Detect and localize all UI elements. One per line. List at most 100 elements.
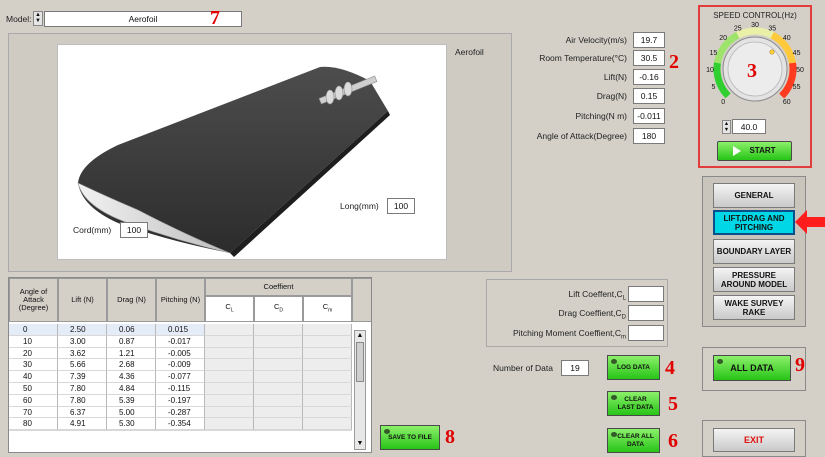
dial-tick-label: 60 [783,99,791,106]
cord-field[interactable]: 100 [120,222,148,238]
aerofoil-icon [77,66,390,257]
table-cell: -0.287 [156,406,205,419]
table-row: 70 6.37 5.00 -0.287 [9,406,352,419]
dial-tick-label: 10 [706,67,714,74]
table-cell: 70 [9,406,58,419]
table-cell: 2.50 [58,324,107,336]
annotation-6: 6 [668,430,678,452]
dial-band [779,92,786,99]
exit-button[interactable]: EXIT [713,428,795,452]
table-cell [205,324,254,336]
readout-label: Angle of Attack(Degree) [536,131,627,141]
scroll-down-icon[interactable]: ▼ [355,439,365,449]
table-cell: 0 [9,324,58,336]
start-button[interactable]: START [717,141,792,161]
num-data-field: 19 [561,360,589,376]
model-stepper[interactable]: ▲ ▼ [33,11,43,26]
readout-label: Lift(N) [603,72,627,82]
nav-item-wake-survey-rake[interactable]: WAKE SURVEY RAKE [713,295,795,320]
coefficient-label: Pitching Moment Coeffient,Cm [512,328,626,341]
long-field[interactable]: 100 [387,198,415,214]
table-cell: 60 [9,394,58,407]
table-cell: 3.62 [58,347,107,360]
table-cell [254,406,303,419]
table-cell: -0.009 [156,359,205,372]
speed-stepper[interactable]: ▲ ▼ [722,120,731,134]
table-cell: 5.66 [58,359,107,372]
table-cell: -0.354 [156,418,205,431]
table-cell [303,324,352,336]
nav-item-boundary-layer[interactable]: BOUNDARY LAYER [713,239,795,264]
model-label: Model: [6,14,32,24]
annotation-8: 8 [445,426,455,448]
dial-tick-label: 20 [719,35,727,42]
table-cell [205,406,254,419]
save-to-file-button[interactable]: SAVE TO FILE [380,425,440,450]
table-cell: 0.06 [107,324,156,336]
readout-value[interactable]: 30.5 [633,50,665,66]
dial-tick-label: 55 [793,84,801,91]
all-data-button[interactable]: ALL DATA [713,355,791,381]
table-cell [254,335,303,348]
table-cell: -0.197 [156,394,205,407]
table-cell [303,371,352,383]
table-cell: -0.077 [156,371,205,383]
speed-field[interactable]: 40.0 [732,119,766,134]
led-indicator [611,395,617,400]
annotation-9: 9 [795,354,805,376]
table-cell [303,406,352,419]
table-cell: 7.80 [58,394,107,407]
start-label: START [749,146,776,155]
table-cell: -0.005 [156,347,205,360]
annotation-2: 2 [669,51,679,73]
readout-label: Pitching(N m) [575,111,627,121]
table-cell: 0.87 [107,335,156,348]
scroll-thumb[interactable] [356,342,364,382]
table-cell: 4.36 [107,371,156,383]
coefficient-value [628,305,664,321]
table-row: 60 7.80 5.39 -0.197 [9,394,352,407]
table-cell [254,394,303,407]
clear-last-data-button[interactable]: CLEAR LAST DATA [607,391,660,416]
led-indicator [611,359,617,364]
log-data-button[interactable]: LOG DATA [607,355,660,380]
nav-item-lift-drag-and-pitching[interactable]: LIFT,DRAG AND PITCHING [713,210,795,235]
table-scrollbar[interactable]: ▲ ▼ [354,330,366,450]
dial-tick-label: 40 [783,35,791,42]
col-pitching-header: Pitching (N) [156,278,205,322]
table-row: 40 7.39 4.36 -0.077 [9,371,352,383]
table-cell: 10 [9,335,58,348]
table-cell [254,359,303,372]
table-cell: 2.68 [107,359,156,372]
readout-value: -0.011 [633,108,665,124]
dial-tick-label: 25 [734,25,742,32]
table-cell: -0.115 [156,383,205,395]
table-cell [205,335,254,348]
table-cell [303,383,352,395]
readout-label: Air Velocity(m/s) [565,35,627,45]
table-cell [205,347,254,360]
table-cell: 40 [9,371,58,383]
table-cell: 20 [9,347,58,360]
table-cell: 5.00 [107,406,156,419]
table-cell [303,394,352,407]
col-cm-header: Cm [303,296,352,322]
speed-dial[interactable]: 0 5 10 15 20 25 30 35 40 45 50 55 60 3 [700,19,810,119]
table-cell [205,418,254,431]
coefficient-value [628,325,664,341]
nav-item-general[interactable]: GENERAL [713,183,795,208]
col-coefficient-header: Coeffient [205,278,352,296]
play-icon [733,146,742,156]
table-cell [254,371,303,383]
col-cl-header: CL [205,296,254,322]
table-cell: 3.00 [58,335,107,348]
model-image [57,44,447,260]
table-cell: 80 [9,418,58,431]
nav-item-pressure-around-model[interactable]: PRESSURE AROUND MODEL [713,267,795,292]
clear-all-data-button[interactable]: CLEAR ALL DATA [607,428,660,453]
dial-tick-label: 15 [710,50,718,57]
coefficient-label: Lift Coeffent,CL [568,289,626,302]
scroll-up-icon[interactable]: ▲ [355,331,365,341]
col-lift-header: Lift (N) [58,278,107,322]
table-row: 80 4.91 5.30 -0.354 [9,418,352,431]
